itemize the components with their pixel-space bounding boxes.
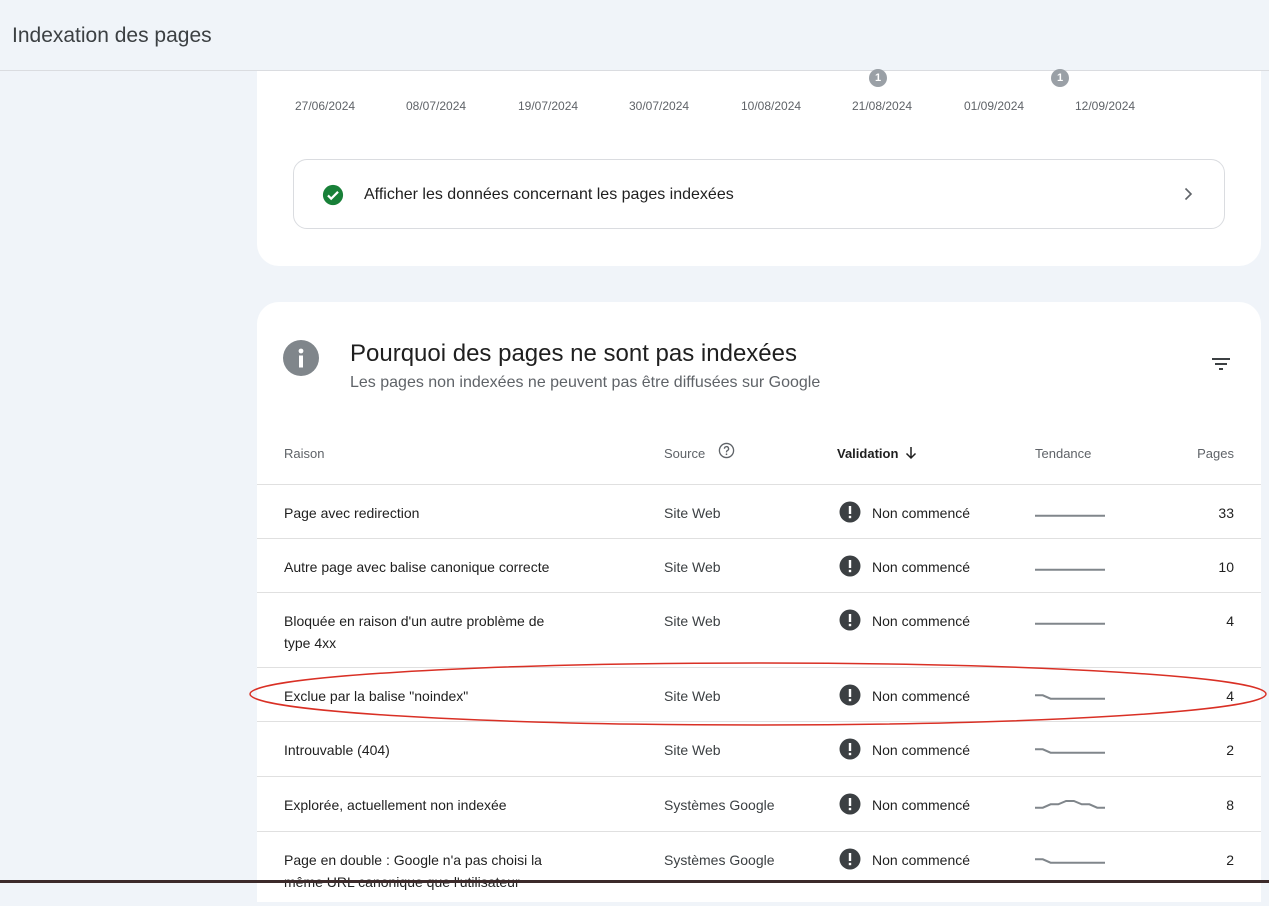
annotation-marker[interactable]: 1 — [869, 69, 887, 87]
indexing-summary-card: 27/06/2024 08/07/2024 19/07/2024 30/07/2… — [257, 69, 1261, 266]
validation-status: Non commencé — [872, 852, 971, 868]
reason-cell: Autre page avec balise canonique correct… — [284, 559, 550, 575]
timeline-date: 21/08/2024 — [852, 99, 913, 113]
trend-line — [1035, 858, 1105, 864]
pages-count: 33 — [1218, 505, 1234, 521]
validation-status: Non commencé — [872, 742, 971, 758]
validation-status: Non commencé — [872, 688, 971, 704]
view-indexed-pages-label: Afficher les données concernant les page… — [364, 186, 734, 203]
timeline-date: 12/09/2024 — [1075, 99, 1136, 113]
validation-status: Non commencé — [872, 559, 971, 575]
table-row[interactable]: Introuvable (404) Site Web Non commencé … — [257, 721, 1261, 776]
source-cell: Site Web — [664, 505, 721, 521]
pages-count: 8 — [1226, 797, 1234, 813]
pages-count: 2 — [1226, 852, 1234, 868]
chevron-right-icon — [1184, 187, 1193, 201]
warning-icon — [839, 848, 861, 870]
trend-sparkline — [1035, 800, 1105, 809]
trend-sparkline — [1035, 858, 1105, 864]
warning-icon — [839, 684, 861, 706]
table-row[interactable]: Bloquée en raison d'un autre problème de… — [257, 592, 1261, 667]
column-header-pages[interactable]: Pages — [1197, 446, 1234, 461]
pages-count: 10 — [1218, 559, 1234, 575]
trend-sparkline — [1035, 568, 1105, 571]
annotation-marker[interactable]: 1 — [1051, 69, 1069, 87]
reason-cell: Exclue par la balise "noindex" — [284, 688, 469, 704]
page-title: Indexation des pages — [12, 24, 212, 47]
source-cell: Site Web — [664, 613, 721, 629]
column-header-reason[interactable]: Raison — [284, 446, 324, 461]
warning-icon — [839, 738, 861, 760]
reason-cell: Page en double : Google n'a pas choisi l… — [284, 852, 542, 890]
reason-cell: Page avec redirection — [284, 505, 420, 521]
reasons-table: Page avec redirection Site Web Non comme… — [257, 484, 1261, 906]
source-cell: Site Web — [664, 742, 721, 758]
pages-count: 4 — [1226, 613, 1234, 629]
check-circle-icon — [322, 184, 344, 206]
pages-count: 4 — [1226, 688, 1234, 704]
top-bar: Indexation des pages — [0, 0, 1269, 71]
table-row[interactable]: Page avec redirection Site Web Non comme… — [257, 484, 1261, 538]
timeline-date: 27/06/2024 — [295, 99, 356, 113]
timeline-date: 10/08/2024 — [741, 99, 802, 113]
pages-count: 2 — [1226, 742, 1234, 758]
info-icon — [283, 340, 319, 376]
not-indexed-card: Pourquoi des pages ne sont pas indexées … — [257, 302, 1261, 902]
warning-icon — [839, 555, 861, 577]
trend-line — [1035, 748, 1105, 754]
validation-status: Non commencé — [872, 613, 971, 629]
reason-cell: Bloquée en raison d'un autre problème de… — [284, 613, 545, 651]
validation-status: Non commencé — [872, 797, 971, 813]
warning-icon — [839, 793, 861, 815]
trend-sparkline — [1035, 694, 1105, 700]
trend-sparkline — [1035, 514, 1105, 517]
section-title: Pourquoi des pages ne sont pas indexées — [350, 340, 797, 367]
reason-cell: Introuvable (404) — [284, 742, 390, 758]
timeline-date: 30/07/2024 — [629, 99, 690, 113]
warning-icon — [839, 609, 861, 631]
trend-sparkline — [1035, 622, 1105, 625]
table-row[interactable]: Explorée, actuellement non indexée Systè… — [257, 776, 1261, 831]
view-indexed-pages-link[interactable]: Afficher les données concernant les page… — [293, 159, 1225, 229]
help-icon[interactable] — [718, 442, 735, 459]
column-header-validation[interactable]: Validation — [837, 446, 898, 461]
source-cell: Site Web — [664, 688, 721, 704]
column-header-trend[interactable]: Tendance — [1035, 446, 1091, 461]
filter-icon[interactable] — [1209, 352, 1233, 376]
warning-icon — [839, 501, 861, 523]
trend-line — [1035, 800, 1105, 809]
trend-line — [1035, 694, 1105, 700]
reason-cell: Explorée, actuellement non indexée — [284, 797, 507, 813]
source-cell: Systèmes Google — [664, 852, 775, 868]
timeline-date: 01/09/2024 — [964, 99, 1025, 113]
trend-sparkline — [1035, 748, 1105, 754]
table-row[interactable]: Exclue par la balise "noindex" Site Web … — [257, 667, 1261, 721]
source-cell: Systèmes Google — [664, 797, 775, 813]
validation-status: Non commencé — [872, 505, 971, 521]
timeline-date: 19/07/2024 — [518, 99, 579, 113]
timeline-date: 08/07/2024 — [406, 99, 467, 113]
source-cell: Site Web — [664, 559, 721, 575]
arrow-down-icon[interactable] — [904, 446, 918, 460]
table-row[interactable]: Autre page avec balise canonique correct… — [257, 538, 1261, 592]
table-row[interactable]: Page en double : Google n'a pas choisi l… — [257, 831, 1261, 906]
column-header-source[interactable]: Source — [664, 446, 705, 461]
timeline-axis: 27/06/2024 08/07/2024 19/07/2024 30/07/2… — [257, 69, 1261, 131]
section-subtitle: Les pages non indexées ne peuvent pas êt… — [350, 374, 821, 391]
